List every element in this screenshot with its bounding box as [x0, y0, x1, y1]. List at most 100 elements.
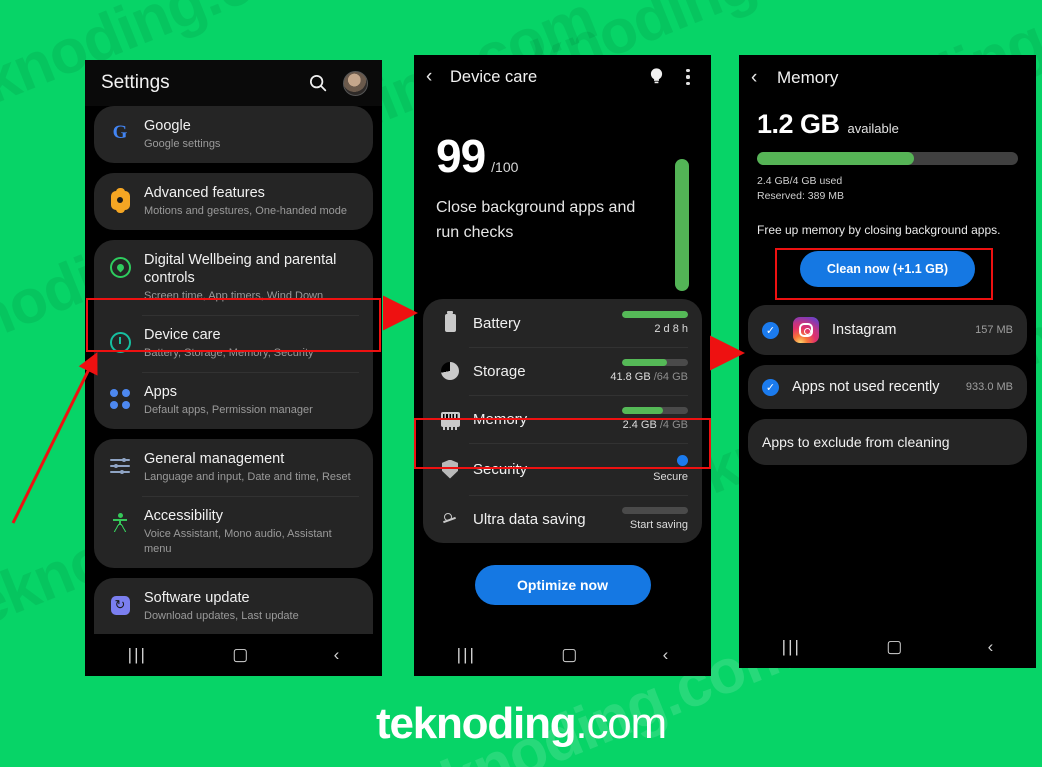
exclude-apps-label: Apps to exclude from cleaning — [762, 434, 950, 450]
optimize-now-button[interactable]: Optimize now — [474, 565, 651, 605]
list-item-subtitle: Battery, Storage, Memory, Security — [144, 347, 314, 359]
home-button[interactable]: ▢ — [561, 645, 577, 665]
phone1-navigation-bar: ||| ▢ ‹ — [85, 634, 382, 676]
list-item-title: Advanced features — [144, 185, 265, 201]
list-item-title: Digital Wellbeing and parental controls — [144, 252, 337, 286]
list-item-label: Storage — [473, 362, 526, 380]
back-button[interactable]: ‹ — [334, 645, 340, 665]
phone2-navigation-bar: ||| ▢ ‹ — [414, 634, 711, 676]
list-item-instagram[interactable]: ✓ Instagram 157 MB — [748, 305, 1027, 355]
apps-grid-icon — [107, 386, 133, 412]
sidebar-item-digital-wellbeing[interactable]: Digital Wellbeing and parental controls … — [94, 240, 373, 315]
app-name: Instagram — [832, 322, 897, 338]
clean-now-button[interactable]: Clean now (+1.1 GB) — [800, 251, 975, 287]
list-item-storage[interactable]: Storage 41.8 GB /64 GB — [423, 347, 702, 395]
status-badge — [677, 455, 688, 466]
memory-usage-bar — [757, 152, 1018, 165]
list-item-battery[interactable]: Battery 2 d 8 h — [423, 299, 702, 347]
memory-reserved-line: Reserved: 389 MB — [757, 190, 844, 202]
back-arrow-icon[interactable]: ‹ — [751, 67, 777, 89]
list-item-security[interactable]: Security Secure — [423, 443, 702, 495]
more-options-icon[interactable] — [679, 69, 697, 85]
storage-icon — [439, 362, 461, 380]
phone-screen-settings: Settings G Google Google settings Advanc… — [85, 60, 382, 676]
page-title: Device care — [450, 67, 538, 86]
pointer-arrow-to-device-care — [11, 352, 98, 524]
settings-header: Settings — [85, 60, 382, 106]
checkbox-checked-icon[interactable]: ✓ — [762, 378, 779, 396]
list-item-instagram-card: ✓ Instagram 157 MB — [748, 305, 1027, 355]
list-item-title: Accessibility — [144, 508, 223, 524]
sidebar-item-apps[interactable]: Apps Default apps, Permission manager — [94, 372, 373, 429]
memory-summary: 1.2 GB available 2.4 GB/4 GB used Reserv… — [739, 101, 1036, 287]
page-title: Memory — [777, 68, 839, 87]
memory-bar — [622, 407, 688, 414]
shield-icon — [439, 459, 461, 479]
sidebar-item-accessibility[interactable]: Accessibility Voice Assistant, Mono audi… — [94, 496, 373, 568]
phone3-navigation-bar: ||| ▢ ‹ — [739, 626, 1036, 668]
list-item-label: Battery — [473, 314, 521, 332]
recents-button[interactable]: ||| — [457, 645, 476, 665]
lightbulb-icon[interactable] — [645, 67, 667, 87]
sidebar-item-general-management[interactable]: General management Language and input, D… — [94, 439, 373, 496]
device-care-score-panel: 99 /100 Close background apps and run ch… — [414, 99, 711, 299]
list-item-value: 2.4 GB /4 GB — [596, 419, 688, 431]
page-title: Settings — [101, 72, 170, 93]
storage-bar — [622, 359, 688, 366]
list-item-subtitle: Download updates, Last update — [144, 610, 299, 622]
wellbeing-icon — [107, 254, 133, 280]
list-item-ultra-data-saving[interactable]: Ultra data saving Start saving — [423, 495, 702, 543]
app-size: 933.0 MB — [965, 381, 1013, 393]
search-icon[interactable] — [307, 72, 329, 94]
gear-icon — [107, 187, 133, 213]
list-item-subtitle: Default apps, Permission manager — [144, 404, 313, 416]
available-label: available — [847, 121, 899, 136]
accessibility-icon — [107, 510, 133, 536]
device-care-icon — [107, 329, 133, 355]
list-item-apps-not-used-recently[interactable]: ✓ Apps not used recently 933.0 MB — [748, 365, 1027, 409]
memory-used-line1: 2.4 GB/4 GB used — [757, 175, 843, 187]
list-item-subtitle: Motions and gestures, One-handed mode — [144, 205, 348, 217]
device-care-category-list: Battery 2 d 8 h Storage 41.8 GB /64 GB M… — [423, 299, 702, 543]
app-size: 157 MB — [975, 324, 1013, 336]
list-item-memory[interactable]: Memory 2.4 GB /4 GB — [423, 395, 702, 443]
value-secondary: /64 GB — [653, 371, 688, 383]
list-item-unused-apps-card: ✓ Apps not used recently 933.0 MB — [748, 365, 1027, 409]
memory-hint-text: Free up memory by closing background app… — [757, 223, 1001, 237]
list-item-title: Google — [144, 118, 191, 134]
app-name: Apps not used recently — [792, 379, 940, 395]
home-button[interactable]: ▢ — [886, 637, 902, 657]
list-item-value: 2 d 8 h — [596, 323, 688, 335]
avatar[interactable] — [343, 70, 368, 96]
battery-icon — [439, 311, 461, 332]
value-primary: Secure — [653, 471, 688, 483]
back-button[interactable]: ‹ — [988, 637, 994, 657]
site-logo: teknoding.com — [0, 699, 1042, 749]
device-care-header: ‹ Device care — [414, 55, 711, 99]
sidebar-item-device-care[interactable]: Device care Battery, Storage, Memory, Se… — [94, 315, 373, 372]
sidebar-item-software-update[interactable]: ↻ Software update Download updates, Last… — [94, 578, 373, 635]
list-item-value: Secure — [596, 471, 688, 483]
phone-screen-device-care: ‹ Device care 99 /100 Close background a… — [414, 55, 711, 676]
software-update-icon: ↻ — [107, 592, 133, 618]
sidebar-item-google[interactable]: G Google Google settings — [94, 106, 373, 163]
recents-button[interactable]: ||| — [128, 645, 147, 665]
sidebar-item-advanced-features[interactable]: Advanced features Motions and gestures, … — [94, 173, 373, 230]
list-item-title: Device care — [144, 327, 221, 343]
list-item-subtitle: Voice Assistant, Mono audio, Assistant m… — [144, 528, 332, 555]
available-value: 1.2 GB — [757, 109, 840, 139]
back-button[interactable]: ‹ — [663, 645, 669, 665]
score-display: 99 /100 — [436, 133, 691, 179]
list-item-subtitle: Language and input, Date and time, Reset — [144, 471, 351, 483]
home-button[interactable]: ▢ — [232, 645, 248, 665]
value-secondary: /4 GB — [659, 419, 688, 431]
checkbox-checked-icon[interactable]: ✓ — [762, 321, 779, 339]
exclude-apps-card[interactable]: Apps to exclude from cleaning — [748, 419, 1027, 465]
memory-header: ‹ Memory — [739, 55, 1036, 101]
list-item-value: Start saving — [596, 519, 688, 531]
sliders-icon — [107, 453, 133, 479]
settings-card-advanced: Advanced features Motions and gestures, … — [94, 173, 373, 230]
back-arrow-icon[interactable]: ‹ — [426, 66, 450, 88]
google-g-icon: G — [112, 122, 128, 143]
recents-button[interactable]: ||| — [782, 637, 801, 657]
